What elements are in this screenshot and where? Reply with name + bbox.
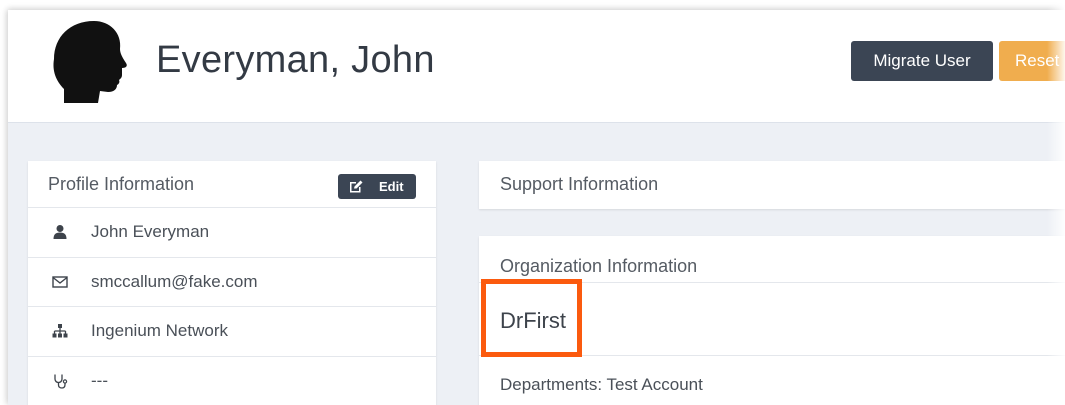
org-card-header: Organization Information — [479, 236, 1065, 283]
profile-network: Ingenium Network — [91, 321, 229, 340]
profile-specialty: --- — [91, 370, 108, 390]
profile-full-name: John Everyman — [91, 222, 210, 241]
profile-row-network: Ingenium Network — [28, 307, 436, 357]
support-card-title: Support Information — [500, 174, 659, 194]
profile-card-header: Profile Information Edit — [28, 161, 436, 208]
profile-row-name: John Everyman — [28, 208, 436, 258]
profile-card-title: Profile Information — [48, 174, 195, 194]
migrate-user-button[interactable]: Migrate User — [851, 41, 993, 81]
edit-icon — [350, 180, 363, 193]
page-header: Everyman, John Migrate User Reset — [8, 10, 1065, 123]
departments-text: Departments: Test Account — [500, 375, 703, 394]
profile-row-email: smccallum@fake.com — [28, 258, 436, 307]
edit-button-label: Edit — [379, 179, 404, 194]
support-information-card[interactable]: Support Information — [479, 161, 1065, 209]
user-icon — [53, 225, 67, 239]
highlight-box — [481, 279, 582, 357]
org-card-title: Organization Information — [500, 256, 698, 276]
sitemap-icon — [52, 324, 68, 338]
edit-profile-button[interactable]: Edit — [338, 174, 416, 199]
edge-fade — [1047, 0, 1065, 405]
profile-email: smccallum@fake.com — [91, 271, 258, 291]
envelope-icon — [52, 275, 68, 288]
profile-row-specialty: --- — [28, 357, 436, 405]
stethoscope-icon — [54, 374, 68, 389]
avatar-silhouette-icon — [53, 21, 127, 103]
page-title: Everyman, John — [156, 39, 435, 81]
profile-information-card: Profile Information Edit John Everyman s… — [28, 161, 436, 405]
